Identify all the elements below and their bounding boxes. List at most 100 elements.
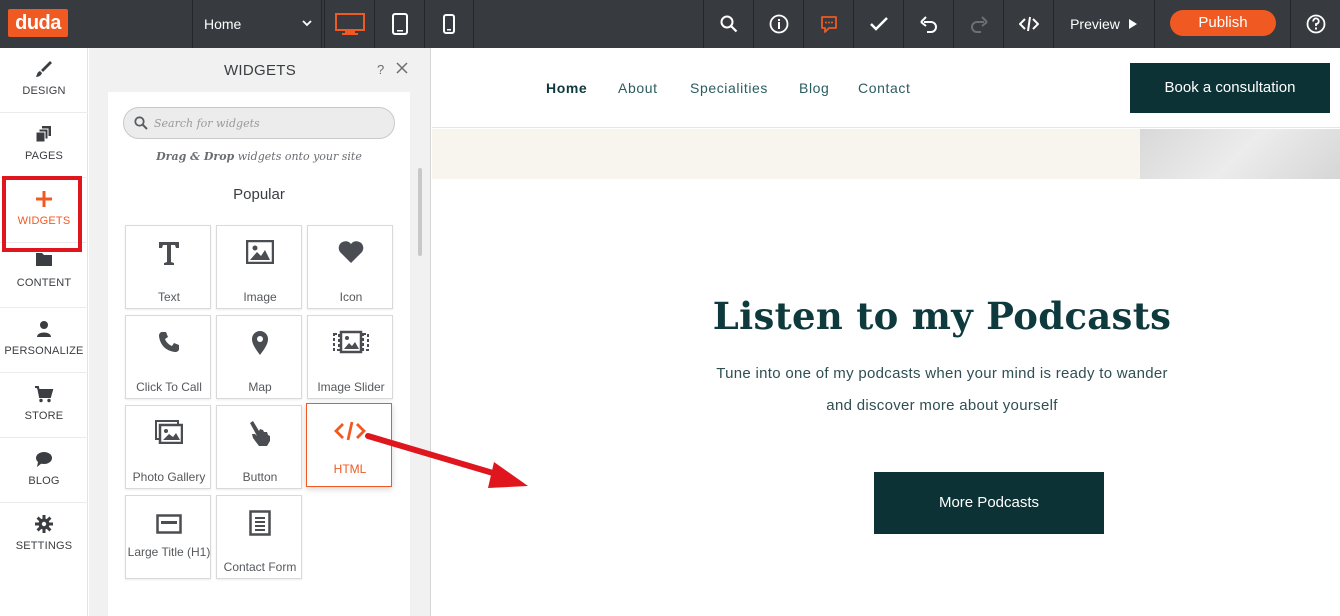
mobile-icon: [443, 14, 455, 34]
nav-pages-label: PAGES: [24, 150, 64, 162]
nav-content[interactable]: CONTENT: [0, 243, 88, 308]
nav-store[interactable]: STORE: [0, 373, 88, 438]
undo-button[interactable]: [903, 0, 953, 48]
pages-icon: [35, 126, 51, 143]
mobile-view-button[interactable]: [424, 0, 474, 48]
publish-area: Publish: [1154, 0, 1290, 48]
site-nav-specialities[interactable]: Specialities: [690, 80, 768, 96]
widget-map[interactable]: Map: [216, 315, 302, 399]
podcasts-description-line1: Tune into one of my podcasts when your m…: [716, 365, 1168, 382]
play-icon: [1128, 19, 1137, 29]
widgets-highlight-box: [2, 176, 82, 252]
developer-mode-button[interactable]: [1003, 0, 1053, 48]
photo-gallery-icon: [155, 420, 183, 444]
heart-icon: [338, 241, 364, 263]
comments-button[interactable]: [803, 0, 853, 48]
widget-click-to-call[interactable]: Click To Call: [125, 315, 211, 399]
widget-large-title[interactable]: Large Title (H1): [125, 495, 211, 579]
widget-contact-form[interactable]: Contact Form: [216, 495, 302, 579]
widget-image-slider[interactable]: Image Slider: [307, 315, 393, 399]
podcasts-heading: Listen to my Podcasts: [712, 294, 1172, 338]
drag-drop-text: widgets onto your site: [234, 150, 362, 163]
widget-photo-gallery-label: Photo Gallery: [132, 470, 206, 484]
podcasts-description: Tune into one of my podcasts when your m…: [432, 358, 1340, 422]
widget-icon-label: Icon: [339, 290, 363, 304]
preview-button[interactable]: Preview: [1053, 0, 1154, 48]
site-nav-home[interactable]: Home: [546, 80, 587, 96]
widget-click-to-call-label: Click To Call: [136, 380, 202, 394]
widget-map-label: Map: [248, 380, 272, 394]
widget-icon[interactable]: Icon: [307, 225, 393, 309]
publish-button[interactable]: Publish: [1170, 10, 1276, 36]
panel-scrollbar[interactable]: [418, 168, 422, 256]
top-toolbar: duda Home Preview Publish: [0, 0, 1340, 48]
comments-icon: [820, 16, 837, 33]
widget-button-label: Button: [242, 470, 278, 484]
preview-label: Preview: [1070, 16, 1120, 32]
more-podcasts-button[interactable]: More Podcasts: [874, 472, 1104, 534]
widget-text-label: Text: [157, 290, 180, 304]
site-nav-blog[interactable]: Blog: [799, 80, 829, 96]
text-icon: [159, 242, 179, 265]
tablet-view-button[interactable]: [374, 0, 424, 48]
podcasts-description-line2: and discover more about yourself: [826, 397, 1058, 414]
widget-contact-form-label: Contact Form: [223, 560, 297, 574]
widgets-panel: WIDGETS ? Drag & Drop widgets onto your …: [89, 48, 431, 616]
site-nav-contact[interactable]: Contact: [858, 80, 910, 96]
code-icon: [1018, 16, 1039, 32]
widget-search-input[interactable]: [154, 114, 384, 132]
help-icon: [1306, 14, 1325, 34]
close-icon[interactable]: [396, 62, 408, 74]
desktop-icon: [334, 13, 365, 35]
page-selector[interactable]: Home: [192, 0, 322, 48]
nav-pages[interactable]: PAGES: [0, 113, 88, 178]
nav-blog-label: BLOG: [28, 475, 60, 487]
phone-icon: [159, 332, 179, 352]
gear-icon: [35, 515, 53, 533]
site-nav-about[interactable]: About: [618, 80, 658, 96]
chevron-down-icon: [302, 20, 312, 27]
section-popular: Popular: [233, 186, 285, 203]
search-button[interactable]: [703, 0, 753, 48]
widget-image-slider-label: Image Slider: [317, 380, 385, 394]
widget-search[interactable]: [123, 107, 395, 139]
site-canvas: Home About Specialities Blog Contact Boo…: [432, 48, 1340, 616]
nav-design-label: DESIGN: [22, 85, 66, 97]
drag-drop-bold: Drag & Drop: [156, 150, 235, 163]
search-icon: [134, 116, 148, 130]
nav-settings[interactable]: SETTINGS: [0, 503, 88, 568]
redo-button[interactable]: [953, 0, 1003, 48]
checklist-button[interactable]: [853, 0, 903, 48]
pointer-hand-icon: [250, 421, 270, 446]
widget-photo-gallery[interactable]: Photo Gallery: [125, 405, 211, 489]
widget-text[interactable]: Text: [125, 225, 211, 309]
nav-content-label: CONTENT: [16, 277, 72, 289]
image-slider-icon: [333, 330, 369, 354]
map-pin-icon: [252, 331, 268, 355]
panel-help-button[interactable]: ?: [377, 62, 384, 77]
person-icon: [37, 321, 51, 337]
widget-image[interactable]: Image: [216, 225, 302, 309]
book-consultation-button[interactable]: Book a consultation: [1130, 63, 1330, 113]
cart-icon: [35, 386, 54, 403]
brush-icon: [36, 61, 52, 77]
nav-design[interactable]: DESIGN: [0, 48, 88, 113]
hero-band: [432, 129, 1140, 179]
redo-icon: [970, 16, 988, 33]
info-icon: [769, 14, 788, 34]
page-selector-value: Home: [204, 16, 242, 32]
nav-blog[interactable]: BLOG: [0, 438, 88, 503]
undo-icon: [919, 16, 937, 33]
nav-personalize[interactable]: PERSONALIZE: [0, 308, 88, 373]
widget-image-label: Image: [243, 290, 277, 304]
annotation-arrow: [365, 433, 528, 488]
widget-button[interactable]: Button: [216, 405, 302, 489]
title-icon: [156, 514, 182, 534]
help-button[interactable]: [1290, 0, 1340, 48]
duda-logo[interactable]: duda: [8, 9, 68, 37]
info-button[interactable]: [753, 0, 803, 48]
desktop-view-button[interactable]: [324, 0, 374, 48]
widget-large-title-label: Large Title (H1): [127, 545, 211, 559]
check-icon: [869, 17, 888, 31]
nav-personalize-label: PERSONALIZE: [4, 345, 84, 357]
